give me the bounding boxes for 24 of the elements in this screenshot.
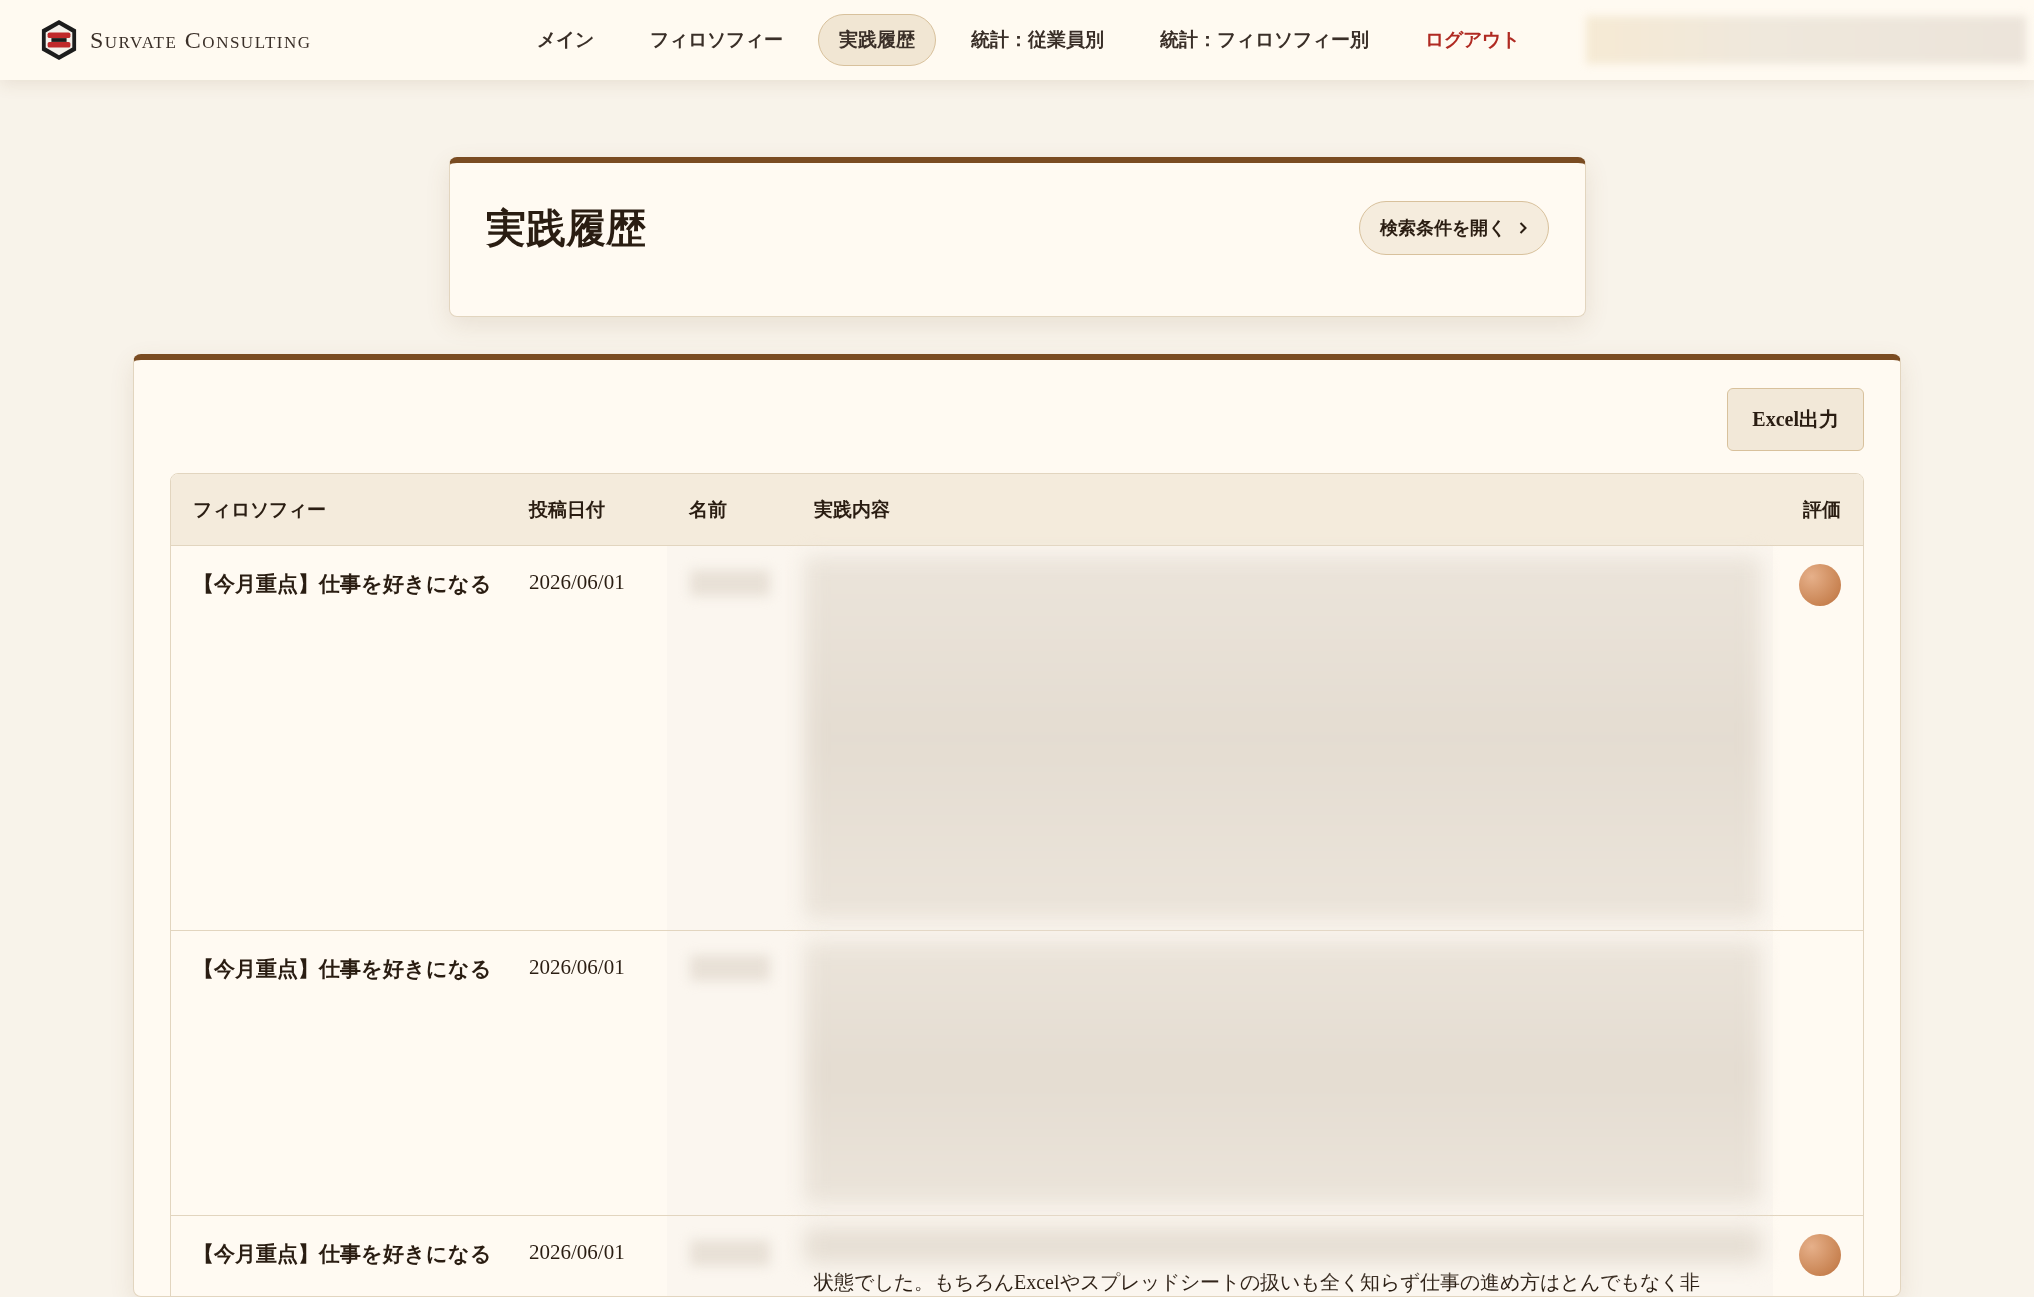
practice-text: 状態でした。もちろんExcelやスプレッドシートの扱いも全く知らず仕事の進め方はとんでもなく非: [813, 1270, 1701, 1295]
column-header: フィロソフィー: [192, 497, 327, 522]
table-cell-text: 2026/06/01: [528, 569, 626, 596]
column-header: 投稿日付: [527, 497, 606, 522]
nav-link[interactable]: 実践履歴: [818, 14, 936, 66]
nav-link[interactable]: メイン: [516, 14, 615, 66]
logout-link[interactable]: ログアウト: [1404, 14, 1541, 66]
column-header: 実践内容: [813, 497, 891, 522]
search-toggle-button[interactable]: 検索条件を開く: [1358, 201, 1549, 255]
nav-link[interactable]: 統計：フィロソフィー別: [1139, 14, 1390, 66]
nav-link[interactable]: フィロソフィー: [629, 14, 804, 66]
table-cell-text: 【今月重点】仕事を好きになる: [192, 571, 493, 598]
excel-export-button[interactable]: Excel出力: [1727, 388, 1864, 451]
page-title: 実践履歴: [485, 205, 646, 253]
table-cell-text: 【今月重点】仕事を好きになる: [192, 956, 493, 983]
table-cell-text: 2026/06/01: [528, 1239, 626, 1266]
column-header: 名前: [688, 497, 728, 522]
logo-icon: [40, 19, 78, 61]
table-cell-text: 【今月重点】仕事を好きになる: [192, 1241, 493, 1268]
chevron-right-icon: [1517, 221, 1528, 235]
nav-link[interactable]: 統計：従業員別: [950, 14, 1125, 66]
column-header: 評価: [1802, 497, 1842, 522]
table-cell-text: 2026/06/01: [528, 954, 626, 981]
brand-name: Survate Consulting: [90, 26, 312, 54]
